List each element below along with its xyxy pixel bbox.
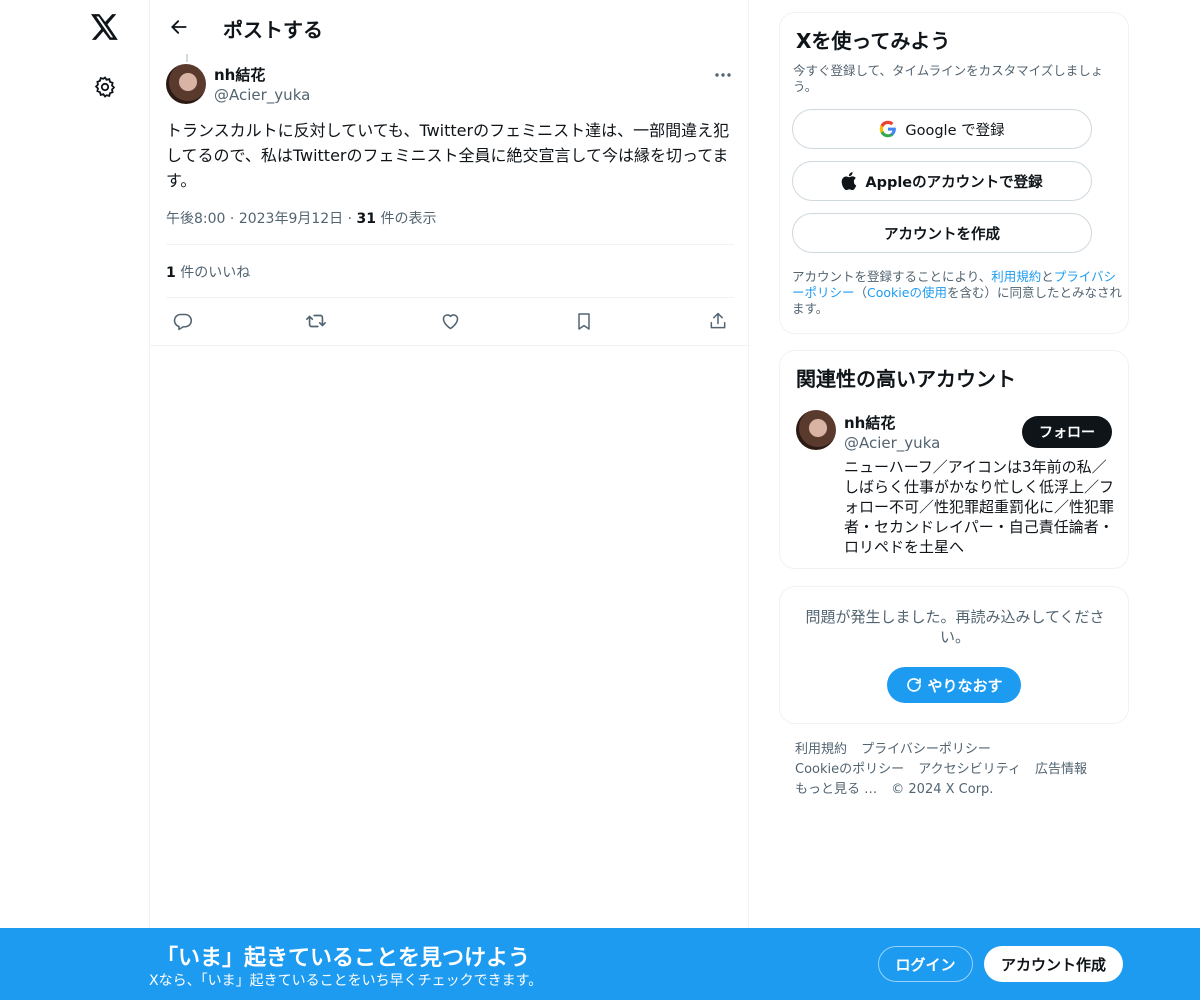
views-label: 件の表示: [376, 211, 437, 227]
follow-button[interactable]: フォロー: [1022, 416, 1112, 448]
avatar[interactable]: [796, 410, 836, 450]
avatar[interactable]: [166, 64, 206, 104]
error-card: 問題が発生しました。再読み込みしてください。 やりなおす: [779, 586, 1129, 724]
terms-link[interactable]: 利用規約: [991, 269, 1041, 284]
footer-link-ads[interactable]: 広告情報: [1035, 762, 1087, 777]
reply-icon[interactable]: [167, 306, 197, 336]
post-text: トランスカルトに反対していても、Twitterのフェミニスト達は、一部間違え犯し…: [166, 121, 730, 190]
cookie-link[interactable]: Cookieの使用: [867, 285, 947, 300]
relevant-accounts-title: 関連性の高いアカウント: [796, 367, 1016, 391]
footer-link-terms[interactable]: 利用規約: [795, 742, 847, 757]
left-navigation: [0, 0, 150, 1000]
post-actions: [150, 306, 750, 336]
error-message: 問題が発生しました。再読み込みしてください。: [805, 608, 1105, 646]
terms-and: と: [1041, 269, 1054, 284]
signup-card-subtitle: 今すぐ登録して、タイムラインをカスタマイズしましょう。: [793, 63, 1104, 94]
like-icon[interactable]: [435, 306, 465, 336]
refresh-icon: [905, 676, 923, 694]
main-column: ポストする nh結花 @Acier_yuka トランスカルトに反対していても、T…: [149, 0, 750, 1000]
google-signup-button[interactable]: Google で登録: [792, 109, 1092, 149]
footer-link-privacy[interactable]: プライバシーポリシー: [861, 742, 991, 757]
google-icon: [879, 120, 897, 138]
apple-signup-label: Appleのアカウントで登録: [865, 174, 1043, 191]
footer-link-cookie[interactable]: Cookieのポリシー: [795, 762, 904, 777]
x-logo-icon[interactable]: [88, 10, 122, 44]
meta-separator: ·: [347, 211, 357, 227]
account-name[interactable]: nh結花: [844, 412, 895, 433]
signup-card-title: Xを使ってみよう: [796, 29, 951, 53]
divider: [166, 244, 734, 245]
footer-links: 利用規約 プライバシーポリシー Cookieのポリシー アクセシビリティ 広告情…: [795, 740, 1115, 800]
more-icon[interactable]: [710, 64, 736, 86]
post-date[interactable]: 2023年9月12日: [239, 211, 343, 227]
thread-line: [186, 54, 188, 62]
create-account-label: アカウントを作成: [884, 226, 1000, 243]
bookmark-icon[interactable]: [569, 306, 599, 336]
retry-button[interactable]: やりなおす: [887, 667, 1021, 703]
apple-icon: [841, 172, 857, 190]
repost-icon[interactable]: [301, 306, 331, 336]
retry-label: やりなおす: [927, 676, 1003, 695]
signup-button[interactable]: アカウント作成: [984, 946, 1123, 982]
page-header: ポストする: [150, 0, 750, 54]
bottom-bar-subtitle: Xなら、「いま」起きていることをいち早くチェックできます。: [149, 973, 543, 989]
author-handle[interactable]: @Acier_yuka: [214, 86, 310, 104]
login-button[interactable]: ログイン: [878, 946, 973, 982]
terms-prefix: アカウントを登録することにより、: [792, 269, 992, 284]
google-signup-label: Google で登録: [905, 122, 1005, 139]
meta-separator: ·: [229, 211, 239, 227]
gear-icon[interactable]: [90, 72, 120, 102]
footer-copyright: © 2024 X Corp.: [891, 782, 994, 797]
likes-label: 件のいいね: [175, 265, 251, 281]
post-meta: 午後8:00 · 2023年9月12日 · 31 件の表示: [166, 208, 436, 228]
footer-link-accessibility[interactable]: アクセシビリティ: [918, 762, 1021, 777]
divider: [166, 297, 734, 298]
share-icon[interactable]: [703, 306, 733, 336]
divider: [150, 345, 750, 346]
relevant-accounts-card: 関連性の高いアカウント nh結花 @Acier_yuka フォロー ニューハーフ…: [779, 350, 1129, 569]
account-handle[interactable]: @Acier_yuka: [844, 434, 940, 452]
create-account-button[interactable]: アカウントを作成: [792, 213, 1092, 253]
author-name[interactable]: nh結花: [214, 64, 265, 85]
terms-paren: （: [854, 285, 868, 300]
likes-count: 1: [166, 265, 176, 281]
bottom-signup-bar: 「いま」起きていることを見つけよう Xなら、「いま」起きていることをいち早くチェ…: [0, 928, 1200, 1000]
footer-link-more[interactable]: もっと見る …: [795, 782, 877, 797]
likes-summary[interactable]: 1 件のいいね: [166, 262, 250, 282]
page-title: ポストする: [223, 18, 323, 42]
apple-signup-button[interactable]: Appleのアカウントで登録: [792, 161, 1092, 201]
post-time[interactable]: 午後8:00: [166, 211, 225, 227]
views-count: 31: [356, 211, 377, 227]
bottom-bar-title: 「いま」起きていることを見つけよう: [156, 946, 531, 971]
signup-card: Xを使ってみよう 今すぐ登録して、タイムラインをカスタマイズしましょう。 Goo…: [779, 12, 1129, 334]
account-bio: ニューハーフ／アイコンは3年前の私／しばらく仕事がかなり忙しく低浮上／フォロー不…: [844, 458, 1115, 556]
terms-text: アカウントを登録することにより、利用規約とプライバシーポリシー（Cookieの使…: [792, 269, 1122, 317]
back-arrow-icon[interactable]: [164, 12, 194, 42]
